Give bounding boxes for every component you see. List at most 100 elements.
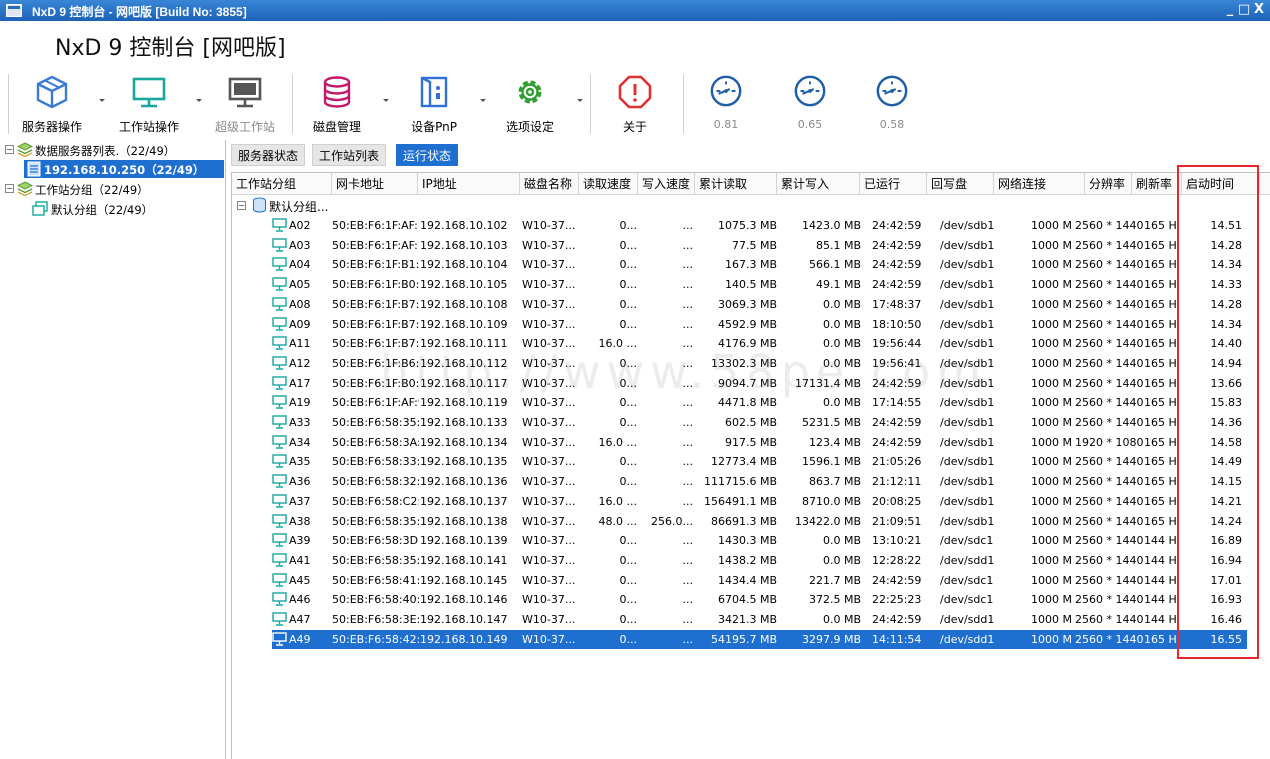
table-cell: /dev/sdb1 <box>940 494 995 508</box>
column-header[interactable]: 已运行 <box>860 173 927 195</box>
column-header[interactable]: 刷新率 <box>1132 173 1182 195</box>
column-header[interactable]: 累计读取 <box>695 173 777 195</box>
workstation-ops-dropdown[interactable] <box>196 99 202 102</box>
table-row[interactable]: A35 50:EB:F6:58:33:7C192.168.10.135 W10-37… <box>272 452 1247 472</box>
table-row[interactable]: A34 50:EB:F6:58:3A:6E192.168.10.134 W10-37… <box>272 433 1247 453</box>
table-cell: 1000 M <box>1031 219 1072 232</box>
column-header[interactable]: 磁盘名称 <box>520 173 579 195</box>
table-row[interactable]: A41 50:EB:F6:58:35:03192.168.10.141 W10-37… <box>272 551 1247 571</box>
table-cell: W10-37... <box>522 238 576 252</box>
table-cell: 14.94 <box>1210 356 1243 370</box>
tab-runtime-status[interactable]: 运行状态 <box>396 144 459 166</box>
table-row[interactable]: A36 50:EB:F6:58:32:66192.168.10.136 W10-37… <box>272 472 1247 492</box>
table-cell: 256.0... <box>651 514 693 528</box>
title-bar: NxD 9 控制台 - 网吧版 [Build No: 3855] _ □ X <box>0 0 1270 21</box>
table-row[interactable]: A12 50:EB:F6:1F:B6:A0192.168.10.112 W10-37… <box>272 354 1247 374</box>
tree-item-server-ip[interactable]: 192.168.10.250（22/49） <box>24 160 224 178</box>
table-cell: 2560 * 1440 <box>1075 356 1143 370</box>
table-cell: W10-37... <box>522 553 576 567</box>
column-header[interactable]: 启动时间 <box>1182 173 1260 195</box>
disk-management-dropdown[interactable] <box>383 99 389 102</box>
table-row[interactable]: A05 50:EB:F6:1F:B0:2D192.168.10.105 W10-37… <box>272 275 1247 295</box>
table-row[interactable]: A03 50:EB:F6:1F:AF:ED192.168.10.103 W10-37… <box>272 236 1247 256</box>
column-header[interactable]: IP地址 <box>418 173 520 195</box>
table-cell: 8710.0 MB <box>801 494 861 508</box>
server-ops-dropdown[interactable] <box>99 99 105 102</box>
table-cell: A19 <box>289 396 311 410</box>
table-row[interactable]: A08 50:EB:F6:1F:B7:02192.168.10.108 W10-37… <box>272 295 1247 315</box>
window-icon[interactable] <box>6 4 22 17</box>
server-ops-button[interactable]: 服务器操作 <box>12 68 92 138</box>
table-row[interactable]: A47 50:EB:F6:58:3E:B7192.168.10.147 W10-37… <box>272 610 1247 630</box>
collapse-icon[interactable]: − <box>5 184 14 193</box>
table-row[interactable]: A19 50:EB:F6:1F:AF:90192.168.10.119 W10-37… <box>272 393 1247 413</box>
column-header[interactable]: 回写盘 <box>927 173 994 195</box>
table-cell: 24:42:59 <box>872 573 922 587</box>
about-button[interactable]: 关于 <box>600 68 670 138</box>
maximize-button[interactable]: □ <box>1236 2 1252 18</box>
super-workstation-button[interactable]: 超级工作站 <box>207 68 283 138</box>
workstation-ops-button[interactable]: 工作站操作 <box>110 68 188 138</box>
table-cell: 144 Hz <box>1144 573 1178 587</box>
table-cell: ... <box>682 632 694 646</box>
collapse-icon[interactable]: − <box>237 201 246 210</box>
table-cell: /dev/sdb1 <box>940 514 995 528</box>
table-cell: W10-37... <box>522 534 576 548</box>
column-header[interactable]: 分辨率 <box>1085 173 1132 195</box>
gauge-1: 0.81 <box>696 68 756 138</box>
table-row[interactable]: A04 50:EB:F6:1F:B1:4F192.168.10.104 W10-37… <box>272 255 1247 275</box>
table-row[interactable]: A11 50:EB:F6:1F:B7:06192.168.10.111 W10-37… <box>272 334 1247 354</box>
table-row[interactable]: A49 50:EB:F6:58:42:89192.168.10.149 W10-37… <box>272 629 1247 650</box>
table-row[interactable]: A37 50:EB:F6:58:C2:39192.168.10.137 W10-37… <box>272 492 1247 512</box>
table-cell: 1000 M <box>1031 416 1072 429</box>
close-button[interactable]: X <box>1251 2 1267 18</box>
table-row[interactable]: A39 50:EB:F6:58:3D:E1192.168.10.139 W10-37… <box>272 531 1247 551</box>
column-header[interactable]: 累计写入 <box>777 173 860 195</box>
workstation-icon <box>272 494 287 508</box>
column-header[interactable]: 工作站分组 <box>232 173 332 195</box>
options-button[interactable]: 选项设定 <box>492 68 568 138</box>
collapse-icon[interactable]: − <box>5 145 14 154</box>
table-cell: 192.168.10.139 <box>420 534 508 548</box>
column-header[interactable]: 网卡地址 <box>332 173 418 195</box>
tab-workstation-list[interactable]: 工作站列表 <box>312 144 387 166</box>
group-icon <box>32 201 48 216</box>
tree-item-workstation-group[interactable]: − 工作站分组（22/49） <box>2 180 224 198</box>
table-cell: 192.168.10.134 <box>420 435 508 449</box>
column-header[interactable]: 写入速度 <box>638 173 695 195</box>
options-dropdown[interactable] <box>577 99 583 102</box>
table-cell: 13.66 <box>1210 376 1243 390</box>
tab-server-status[interactable]: 服务器状态 <box>231 144 306 166</box>
table-cell: 3069.3 MB <box>717 297 777 311</box>
table-cell: 16.0 ... <box>598 337 637 351</box>
table-row[interactable]: A46 50:EB:F6:58:40:7A192.168.10.146 W10-37… <box>272 590 1247 610</box>
table-cell: /dev/sdb1 <box>940 278 995 292</box>
column-header[interactable]: 读取速度 <box>579 173 638 195</box>
table-row[interactable]: A02 50:EB:F6:1F:AF:E6192.168.10.102 W10-37… <box>272 216 1247 236</box>
tree-item-default-group[interactable]: 默认分组（22/49） <box>2 200 224 218</box>
device-pnp-button[interactable]: 设备PnP <box>396 68 472 138</box>
tree-item-server-list[interactable]: − 数据服务器列表.（22/49） <box>2 141 224 159</box>
table-row[interactable]: A33 50:EB:F6:58:35:C2192.168.10.133 W10-37… <box>272 413 1247 433</box>
table-cell: 24:42:59 <box>872 278 922 292</box>
table-cell: W10-37... <box>522 613 576 626</box>
table-row[interactable]: A38 50:EB:F6:58:35:91192.168.10.138 W10-37… <box>272 512 1247 532</box>
layers-icon <box>17 181 33 197</box>
table-row[interactable]: A45 50:EB:F6:58:41:7D192.168.10.145 W10-37… <box>272 571 1247 591</box>
table-cell: /dev/sdc1 <box>940 593 994 607</box>
workstation-icon <box>272 356 287 370</box>
table-cell: 1000 M <box>1031 494 1072 508</box>
column-header[interactable]: 网络连接 <box>994 173 1085 195</box>
table-row[interactable]: A17 50:EB:F6:1F:B0:45192.168.10.117 W10-37… <box>272 374 1247 394</box>
table-cell: 192.168.10.119 <box>420 396 508 410</box>
disk-management-button[interactable]: 磁盘管理 <box>298 68 376 138</box>
table-cell: 17:48:37 <box>872 297 922 311</box>
table-cell: 192.168.10.109 <box>420 317 508 331</box>
table-cell: 1000 M <box>1031 632 1072 646</box>
device-pnp-dropdown[interactable] <box>480 99 486 102</box>
table-cell: 192.168.10.147 <box>420 613 508 626</box>
table-cell: 50:EB:F6:58:35:C2 <box>332 416 419 429</box>
table-cell: A02 <box>289 219 311 232</box>
table-row[interactable]: A09 50:EB:F6:1F:B7:0D192.168.10.109 W10-37… <box>272 315 1247 335</box>
table-cell: 14.28 <box>1210 297 1243 311</box>
